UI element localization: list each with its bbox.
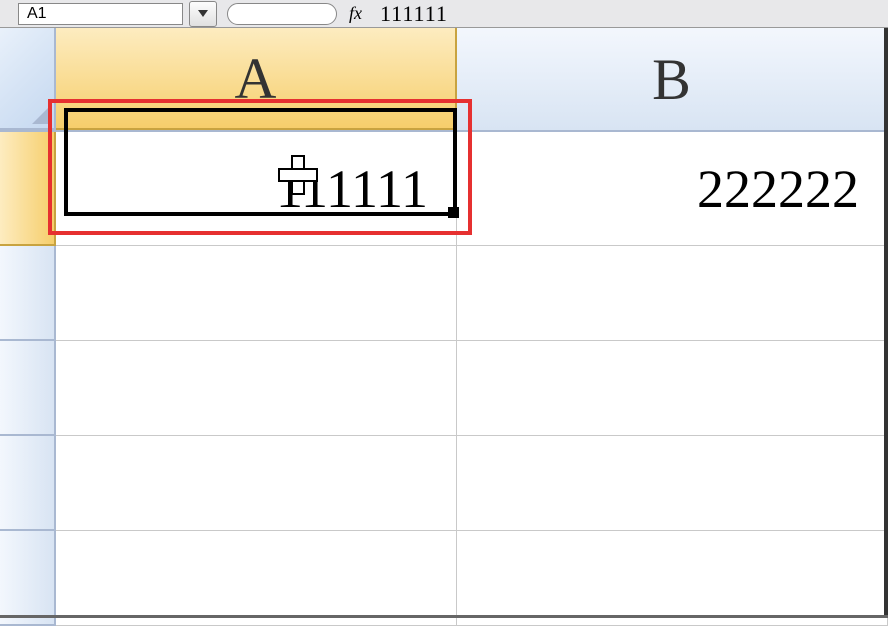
row-header-4[interactable]	[0, 436, 56, 531]
row-header-3[interactable]	[0, 341, 56, 436]
cell-a2[interactable]	[56, 246, 457, 340]
cell-a5[interactable]	[56, 531, 457, 625]
cell-b5[interactable]	[457, 531, 888, 625]
cell-value: 222222	[697, 158, 859, 220]
row-3	[56, 341, 888, 436]
cell-value: 111111	[276, 158, 428, 220]
name-box-dropdown[interactable]	[189, 1, 217, 27]
cell-a3[interactable]	[56, 341, 457, 435]
column-headers: A B	[0, 28, 888, 132]
row-2	[56, 246, 888, 341]
cell-a1[interactable]: 111111	[56, 132, 457, 245]
row-header-5[interactable]	[0, 531, 56, 626]
fx-icon[interactable]: fx	[349, 3, 362, 24]
cell-b1[interactable]: 222222	[457, 132, 888, 245]
column-label: A	[235, 45, 277, 112]
row-header-2[interactable]	[0, 246, 56, 341]
select-all-corner[interactable]	[0, 28, 56, 130]
cell-b2[interactable]	[457, 246, 888, 340]
cell-b4[interactable]	[457, 436, 888, 530]
row-header-1[interactable]	[0, 132, 56, 246]
column-header-a[interactable]: A	[56, 28, 457, 130]
cell-b3[interactable]	[457, 341, 888, 435]
row-1: 111111 222222	[56, 132, 888, 246]
cell-a4[interactable]	[56, 436, 457, 530]
formula-bar: A1 fx 111111	[0, 0, 888, 28]
row-headers	[0, 132, 56, 617]
column-label: B	[652, 46, 691, 113]
row-4	[56, 436, 888, 531]
row-5	[56, 531, 888, 626]
right-edge	[884, 28, 888, 618]
cells-area: 111111 222222	[56, 132, 888, 617]
formula-input[interactable]: 111111	[380, 1, 448, 27]
cell-reference: A1	[27, 5, 47, 23]
spreadsheet-grid: A B 111111 222222	[0, 28, 888, 617]
name-box[interactable]: A1	[18, 3, 183, 25]
formula-toolbar	[227, 3, 337, 25]
column-header-b[interactable]: B	[457, 28, 888, 130]
